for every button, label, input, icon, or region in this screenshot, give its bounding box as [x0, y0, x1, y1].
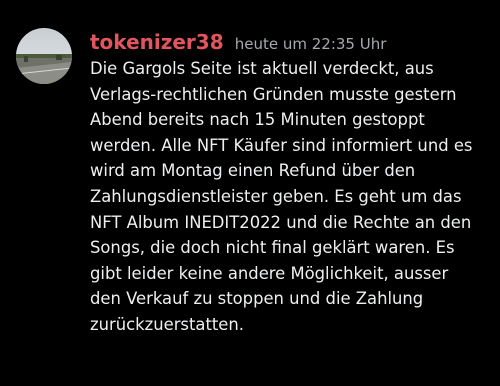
- message-line: Songs, die doch nicht final geklärt ware…: [90, 238, 455, 258]
- avatar-image: [16, 28, 72, 84]
- message-line: wird am Montag einen Refund über den: [90, 161, 416, 181]
- message-content: Die Gargols Seite ist aktuell verdeckt, …: [90, 56, 490, 338]
- message-line: Zahlungsdienstleister geben. Es geht um …: [90, 186, 462, 206]
- avatar[interactable]: [16, 28, 72, 84]
- chat-message: tokenizer38 heute um 22:35 Uhr Die Gargo…: [0, 0, 500, 386]
- message-line: NFT Album INEDIT2022 und die Rechte an d…: [90, 212, 472, 232]
- message-line: den Verkauf zu stoppen und die Zahlung: [90, 289, 424, 309]
- message-line: werden. Alle NFT Käufer sind informiert …: [90, 135, 473, 155]
- message-line: zurückzuerstatten.: [90, 314, 244, 334]
- timestamp: heute um 22:35 Uhr: [234, 35, 387, 53]
- message-line: Abend bereits nach 15 Minuten gestoppt: [90, 110, 425, 130]
- message-line: Verlags-rechtlichen Gründen musste geste…: [90, 84, 457, 104]
- message-header: tokenizer38 heute um 22:35 Uhr: [90, 30, 386, 54]
- message-line: Die Gargols Seite ist aktuell verdeckt, …: [90, 59, 434, 78]
- message-line: gibt leider keine andere Möglichkeit, au…: [90, 263, 449, 283]
- username[interactable]: tokenizer38: [90, 30, 224, 54]
